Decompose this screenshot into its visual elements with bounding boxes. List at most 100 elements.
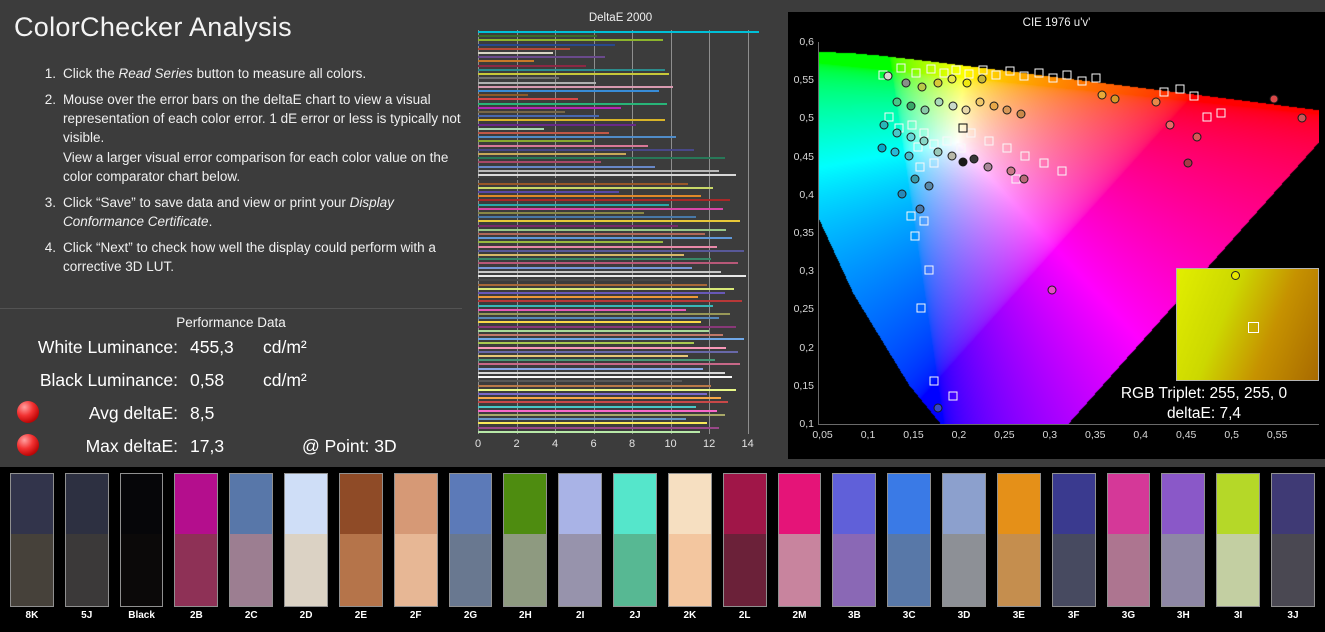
deltae-bar[interactable]	[478, 225, 678, 227]
deltae-bar[interactable]	[478, 166, 655, 168]
color-patch[interactable]: 2D	[284, 473, 328, 632]
deltae-bar[interactable]	[478, 317, 719, 319]
deltae-bar[interactable]	[478, 60, 534, 62]
deltae-bar[interactable]	[478, 233, 705, 235]
color-patch[interactable]: 2F	[394, 473, 438, 632]
deltae-bar[interactable]	[478, 174, 736, 176]
color-patch[interactable]: 3D	[942, 473, 986, 632]
deltae-bar[interactable]	[478, 44, 615, 46]
deltae-bar[interactable]	[478, 98, 578, 100]
deltae-bar[interactable]	[478, 363, 740, 365]
deltae-bar[interactable]	[478, 355, 688, 357]
deltae-bar[interactable]	[478, 161, 601, 163]
deltae-bar[interactable]	[478, 111, 565, 113]
deltae-bar[interactable]	[478, 406, 696, 408]
deltae-bar[interactable]	[478, 183, 688, 185]
deltae-bar[interactable]	[478, 414, 725, 416]
deltae-bar[interactable]	[478, 372, 725, 374]
color-patch[interactable]: 2E	[339, 473, 383, 632]
deltae-bar[interactable]	[478, 288, 734, 290]
deltae-bar[interactable]	[478, 153, 626, 155]
deltae-bar[interactable]	[478, 246, 717, 248]
deltae-bar[interactable]	[478, 132, 609, 134]
deltae-bar[interactable]	[478, 149, 694, 151]
deltae-bar[interactable]	[478, 351, 738, 353]
color-patch[interactable]: 3B	[832, 473, 876, 632]
color-patch[interactable]: 2M	[778, 473, 822, 632]
color-patch[interactable]: 2C	[229, 473, 273, 632]
deltae-bar[interactable]	[478, 267, 692, 269]
deltae-bar[interactable]	[478, 208, 723, 210]
deltae-bar[interactable]	[478, 397, 721, 399]
deltae-bar[interactable]	[478, 145, 648, 147]
deltae-bar[interactable]	[478, 77, 559, 79]
deltae-bar[interactable]	[478, 86, 673, 88]
deltae-bar[interactable]	[478, 427, 719, 429]
deltae-bar[interactable]	[478, 292, 725, 294]
deltae-bar[interactable]	[478, 342, 694, 344]
color-patch[interactable]: 3G	[1107, 473, 1151, 632]
deltae-bar[interactable]	[478, 191, 619, 193]
deltae-bar[interactable]	[478, 250, 744, 252]
deltae-bar[interactable]	[478, 321, 701, 323]
deltae-bar[interactable]	[478, 326, 736, 328]
deltae-bar[interactable]	[478, 305, 713, 307]
deltae-bar[interactable]	[478, 241, 663, 243]
deltae-bar[interactable]	[478, 31, 759, 33]
deltae-bar[interactable]	[478, 90, 659, 92]
deltae-bar[interactable]	[478, 48, 570, 50]
deltae-bar[interactable]	[478, 229, 726, 231]
deltae-bar[interactable]	[478, 271, 721, 273]
deltae-bar[interactable]	[478, 178, 634, 180]
deltae-bar[interactable]	[478, 124, 636, 126]
deltae-bar[interactable]	[478, 199, 730, 201]
deltae-bar[interactable]	[478, 410, 717, 412]
color-patch[interactable]: Black	[120, 473, 164, 632]
deltae-bar[interactable]	[478, 157, 725, 159]
deltae-bar[interactable]	[478, 262, 738, 264]
deltae-bar[interactable]	[478, 313, 730, 315]
deltae-bar[interactable]	[478, 82, 596, 84]
deltae-bar[interactable]	[478, 275, 746, 277]
color-patch[interactable]: 8K	[10, 473, 54, 632]
deltae-bar[interactable]	[478, 393, 707, 395]
color-patch[interactable]: 2B	[174, 473, 218, 632]
color-patch[interactable]: 3E	[997, 473, 1041, 632]
deltae-bar[interactable]	[478, 39, 663, 41]
color-patch[interactable]: 5J	[65, 473, 109, 632]
deltae-bar[interactable]	[478, 103, 667, 105]
color-patch[interactable]: 2H	[503, 473, 547, 632]
deltae-bar[interactable]	[478, 254, 684, 256]
color-patch[interactable]: 3J	[1271, 473, 1315, 632]
deltae-bar[interactable]	[478, 52, 553, 54]
deltae-bar[interactable]	[478, 220, 740, 222]
color-patch[interactable]: 3H	[1161, 473, 1205, 632]
deltae-bar[interactable]	[478, 69, 665, 71]
deltae-bar[interactable]	[478, 115, 599, 117]
deltae-bar[interactable]	[478, 35, 597, 37]
deltae-bar[interactable]	[478, 376, 732, 378]
deltae-bar[interactable]	[478, 338, 744, 340]
color-patch[interactable]: 2G	[449, 473, 493, 632]
deltae-bar[interactable]	[478, 330, 709, 332]
deltae-bar[interactable]	[478, 136, 676, 138]
color-patch[interactable]: 2J	[613, 473, 657, 632]
deltae-bar[interactable]	[478, 56, 605, 58]
deltae-bar[interactable]	[478, 334, 723, 336]
deltae-bar[interactable]	[478, 204, 669, 206]
color-patch[interactable]: 3C	[887, 473, 931, 632]
deltae-bar[interactable]	[478, 309, 686, 311]
deltae-bar[interactable]	[478, 418, 686, 420]
color-patch[interactable]: 2I	[558, 473, 602, 632]
deltae-bar[interactable]	[478, 212, 644, 214]
deltae-bar[interactable]	[478, 195, 701, 197]
deltae-bar[interactable]	[478, 119, 665, 121]
deltae-bar[interactable]	[478, 347, 726, 349]
deltae-bar[interactable]	[478, 73, 669, 75]
deltae-bar[interactable]	[478, 107, 621, 109]
color-patch[interactable]: 2K	[668, 473, 712, 632]
deltae-bar[interactable]	[478, 170, 719, 172]
deltae-bar[interactable]	[478, 237, 732, 239]
deltae-bar[interactable]	[478, 65, 586, 67]
color-patch[interactable]: 3I	[1216, 473, 1260, 632]
